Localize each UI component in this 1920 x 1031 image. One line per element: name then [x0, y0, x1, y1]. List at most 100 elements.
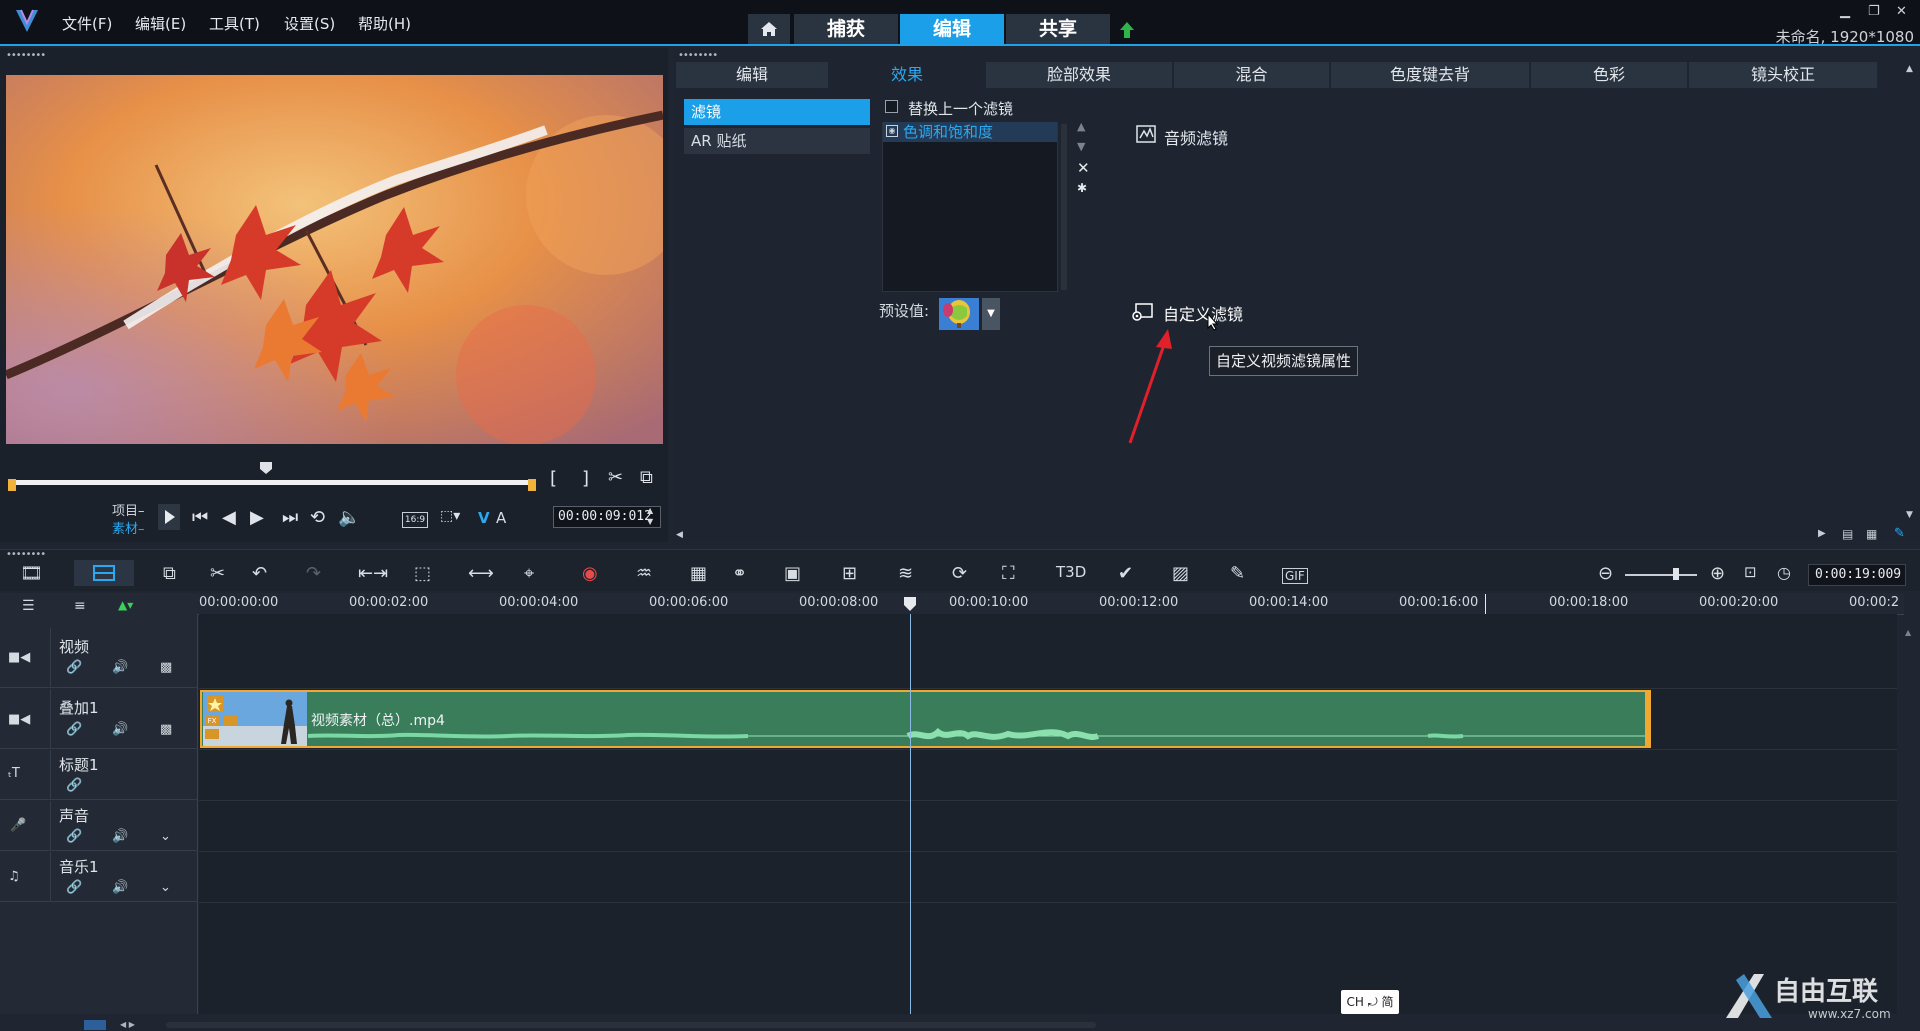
scroll-left-icon[interactable]: ◀ ▶: [120, 1020, 135, 1029]
zoom-slider[interactable]: [1625, 574, 1697, 576]
ime-indicator[interactable]: CH ⤾ 简: [1341, 990, 1399, 1014]
view-list-icon[interactable]: ▤: [1842, 527, 1853, 541]
custom-filter-button[interactable]: 自定义滤镜: [1163, 301, 1243, 325]
tracks-scroll-up[interactable]: ▲: [1905, 628, 1911, 637]
track-manager-icon[interactable]: ☰: [22, 598, 35, 614]
chapter-icon[interactable]: ≡: [74, 598, 86, 614]
zoom-slider-thumb[interactable]: [1673, 568, 1679, 580]
link-icon[interactable]: 🔗: [66, 722, 82, 737]
clip-end-handle[interactable]: [1645, 690, 1651, 748]
menu-settings[interactable]: 设置(S): [284, 13, 335, 34]
storyboard-view-icon[interactable]: 🎞: [20, 563, 43, 584]
timecode-stepper[interactable]: ▲ ▼: [647, 505, 653, 527]
undo-icon[interactable]: ↶: [252, 563, 267, 584]
fit-project-icon[interactable]: ⊡: [1744, 563, 1757, 581]
panel-grip[interactable]: ••••••••: [678, 50, 718, 61]
upload-icon[interactable]: [1117, 20, 1137, 42]
audio-track-toggle[interactable]: A: [496, 509, 506, 527]
copy-frame-icon[interactable]: ⧉: [640, 467, 653, 488]
minimize-button[interactable]: ▁: [1840, 4, 1850, 19]
split-screen-icon[interactable]: ⊞: [842, 563, 857, 584]
tab-face-effect[interactable]: 脸部效果: [986, 62, 1172, 88]
move-down-icon[interactable]: ▼: [1077, 140, 1085, 153]
redo-icon[interactable]: ↷: [306, 563, 321, 584]
trim-start-handle[interactable]: [8, 479, 16, 491]
timeline-duration[interactable]: 0:00:19:009: [1808, 564, 1906, 586]
audio-filter-icon[interactable]: [1135, 124, 1157, 144]
expand-track-icon[interactable]: ⌄: [160, 829, 171, 844]
mark-in-button[interactable]: [: [550, 468, 557, 489]
tab-fx-edit[interactable]: 编辑: [676, 62, 828, 88]
track-volume-icon[interactable]: 🔊: [112, 722, 128, 737]
play-button[interactable]: [158, 504, 180, 530]
panel-scroll-up[interactable]: ▲: [1906, 64, 1913, 74]
loop-icon[interactable]: ⟳: [952, 563, 967, 584]
volume-icon[interactable]: 🔈: [338, 507, 360, 528]
split-icon[interactable]: ✂: [608, 467, 623, 488]
panel-scroll-down[interactable]: ▼: [1906, 510, 1913, 520]
video-track-toggle[interactable]: V: [478, 509, 490, 527]
motion-icon[interactable]: ⚭: [732, 563, 747, 584]
mark-out-button[interactable]: ]: [582, 468, 589, 489]
category-ar-sticker[interactable]: AR 贴纸: [684, 128, 870, 154]
zoom-in-icon[interactable]: ⊕: [1710, 563, 1725, 584]
tab-blend[interactable]: 混合: [1174, 62, 1329, 88]
filter-item-hue-saturation[interactable]: ◉ 色调和饱和度: [883, 122, 1057, 142]
panel-scroll-left[interactable]: ◀: [676, 530, 683, 540]
menu-edit[interactable]: 编辑(E): [135, 13, 186, 34]
speed-icon[interactable]: ≋: [898, 563, 913, 584]
trim-icon[interactable]: ⟷: [468, 563, 494, 584]
filter-list-scrollbar[interactable]: [1061, 124, 1067, 290]
zoom-out-icon[interactable]: ⊖: [1598, 563, 1613, 584]
scrub-bar[interactable]: [10, 480, 534, 485]
repeat-icon[interactable]: ⟲: [310, 507, 325, 528]
track-header-title[interactable]: [0, 750, 198, 800]
add-marker-icon[interactable]: ▲▾: [118, 598, 133, 612]
applied-filter-list[interactable]: [882, 122, 1058, 292]
video-mask-icon[interactable]: ▨: [1172, 563, 1189, 584]
audio-wave-icon[interactable]: ♒: [636, 563, 652, 584]
filter-eye-icon[interactable]: ◉: [886, 125, 898, 137]
link-icon[interactable]: 🔗: [66, 880, 82, 895]
restore-button[interactable]: ❐: [1868, 4, 1880, 19]
timeline-view-button[interactable]: [74, 560, 134, 586]
move-up-icon[interactable]: ▲: [1077, 120, 1085, 133]
color-grading-icon[interactable]: ✔: [1118, 563, 1133, 584]
title-icon[interactable]: ▣: [784, 563, 801, 584]
panel-grip[interactable]: ••••••••: [6, 549, 46, 560]
preset-thumbnail[interactable]: [939, 298, 979, 330]
remove-filter-icon[interactable]: ✕: [1077, 159, 1090, 177]
ripple-icon[interactable]: ▩: [160, 660, 172, 675]
go-end-icon[interactable]: ⏭: [282, 507, 298, 528]
scrubber-head[interactable]: [259, 461, 273, 475]
tab-fx-effect[interactable]: 效果: [830, 62, 984, 88]
home-button[interactable]: [748, 14, 790, 44]
prev-frame-icon[interactable]: ◀: [222, 507, 236, 528]
player-timecode[interactable]: 00:00:09:012: [553, 506, 661, 528]
expand-icon[interactable]: ▶: [1818, 528, 1826, 539]
multicam-icon[interactable]: ▦: [690, 563, 707, 584]
aspect-ratio-button[interactable]: 16:9: [402, 512, 428, 528]
tab-share[interactable]: 共享: [1006, 14, 1110, 44]
timeline-hscroll[interactable]: [166, 1022, 1096, 1028]
track-volume-icon[interactable]: 🔊: [112, 880, 128, 895]
category-filter[interactable]: 滤镜: [684, 99, 870, 125]
panel-grip[interactable]: ••••••••: [6, 50, 46, 61]
trim-end-handle[interactable]: [528, 479, 536, 491]
link-icon[interactable]: 🔗: [66, 660, 82, 675]
project-mode-label[interactable]: 项目–: [112, 500, 145, 519]
menu-file[interactable]: 文件(F): [62, 13, 112, 34]
tab-lens-correction[interactable]: 镜头校正: [1689, 62, 1877, 88]
tab-color[interactable]: 色彩: [1531, 62, 1687, 88]
record-icon[interactable]: ◉: [582, 563, 598, 584]
edit-icon[interactable]: ✎: [1894, 526, 1905, 541]
link-icon[interactable]: 🔗: [66, 778, 82, 793]
expand-track-icon[interactable]: ⌄: [160, 880, 171, 895]
tab-edit[interactable]: 编辑: [900, 14, 1004, 44]
reverse-filter-icon[interactable]: ✱: [1077, 181, 1087, 195]
go-start-icon[interactable]: ⏮: [192, 507, 208, 528]
custom-filter-icon[interactable]: [1130, 302, 1154, 322]
gif-icon[interactable]: GIF: [1282, 568, 1308, 584]
menu-tools[interactable]: 工具(T): [209, 13, 260, 34]
stabilize-icon[interactable]: ⌖: [524, 563, 534, 584]
